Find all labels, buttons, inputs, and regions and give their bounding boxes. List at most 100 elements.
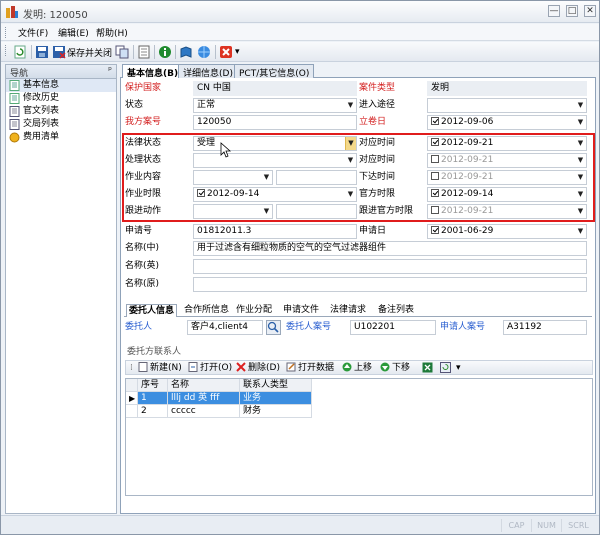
dropdown-arrow-icon[interactable]: ▼ bbox=[575, 99, 586, 112]
name-en-input[interactable] bbox=[193, 259, 587, 274]
follow-action-detail-input[interactable] bbox=[276, 204, 357, 219]
copy-icon[interactable] bbox=[115, 45, 129, 59]
toolbar-separator bbox=[154, 45, 155, 59]
delete-button[interactable]: 删除(D) bbox=[236, 362, 280, 374]
search-icon[interactable] bbox=[266, 320, 281, 335]
scroll-lock-indicator: SCRL bbox=[561, 519, 595, 532]
pin-icon[interactable]: ᵖ bbox=[108, 66, 112, 76]
toolbar-overflow-icon[interactable]: ▾ bbox=[456, 362, 461, 374]
tab-pct-other[interactable]: PCT/其它信息(O) bbox=[234, 64, 315, 79]
client-ref-input[interactable]: U102201 bbox=[350, 320, 436, 335]
work-deadline-picker[interactable]: 2012-09-14 ▼ bbox=[193, 187, 357, 202]
export-icon[interactable] bbox=[440, 362, 451, 373]
menu-help[interactable]: 帮助(H) bbox=[93, 26, 131, 39]
table-row[interactable]: 2 ccccc 财务 bbox=[126, 405, 593, 418]
work-content-select[interactable]: ▼ bbox=[193, 170, 273, 185]
save-icon[interactable] bbox=[35, 45, 49, 59]
nav-item-history[interactable]: 修改历史 bbox=[6, 92, 116, 105]
dropdown-arrow-icon[interactable]: ▼ bbox=[345, 137, 356, 150]
toolbar-grip[interactable] bbox=[5, 45, 8, 56]
official-deadline-picker[interactable]: 2012-09-14 ▼ bbox=[427, 187, 587, 202]
dropdown-arrow-icon[interactable]: ▼ bbox=[575, 188, 586, 201]
menu-edit[interactable]: 编辑(E) bbox=[55, 26, 92, 39]
subtab-client-info[interactable]: 委托人信息 bbox=[126, 304, 178, 317]
move-up-button[interactable]: 上移 bbox=[342, 362, 372, 374]
app-date-picker[interactable]: 2001-06-29 ▼ bbox=[427, 224, 587, 239]
dropdown-arrow-icon[interactable]: ▼ bbox=[345, 99, 356, 112]
name-orig-input[interactable] bbox=[193, 277, 587, 292]
filing-date-checkbox[interactable] bbox=[431, 117, 439, 125]
nav-item-official-docs[interactable]: 官文列表 bbox=[6, 105, 116, 118]
client-input[interactable]: 客户4,client4 bbox=[187, 320, 263, 335]
filing-date-picker[interactable]: 2012-09-06 ▼ bbox=[427, 115, 587, 130]
dropdown-arrow-icon[interactable]: ▼ bbox=[345, 188, 356, 201]
dropdown-arrow-icon[interactable]: ▼ bbox=[575, 225, 586, 238]
app-date-checkbox[interactable] bbox=[431, 226, 439, 234]
tab-details[interactable]: 详细信息(D) bbox=[178, 64, 238, 79]
issue-time-checkbox[interactable] bbox=[431, 172, 439, 180]
work-content-detail-input[interactable] bbox=[276, 170, 357, 185]
delete-icon[interactable] bbox=[219, 45, 233, 59]
col-header-type[interactable]: 联系人类型 bbox=[240, 379, 312, 392]
process-time-picker[interactable]: 2012-09-21 ▼ bbox=[427, 153, 587, 168]
issue-time-picker[interactable]: 2012-09-21 ▼ bbox=[427, 170, 587, 185]
info-icon[interactable] bbox=[158, 45, 172, 59]
toolbar-grip[interactable]: ⁞ bbox=[130, 362, 133, 374]
open-data-button[interactable]: 打开数据 bbox=[286, 362, 334, 374]
nav-item-basic-info[interactable]: 基本信息 bbox=[6, 79, 116, 92]
book-icon[interactable] bbox=[179, 45, 193, 59]
dropdown-arrow-icon[interactable]: ▼ bbox=[575, 137, 586, 150]
dropdown-arrow-icon[interactable]: ▼ bbox=[575, 205, 586, 218]
work-deadline-checkbox[interactable] bbox=[197, 189, 205, 197]
follow-official-checkbox[interactable] bbox=[431, 206, 439, 214]
excel-icon[interactable] bbox=[422, 362, 433, 373]
subtab-app-files[interactable]: 申请文件 bbox=[281, 304, 321, 317]
follow-action-select[interactable]: ▼ bbox=[193, 204, 273, 219]
globe-icon[interactable] bbox=[197, 45, 211, 59]
refresh-icon[interactable] bbox=[13, 45, 27, 59]
official-deadline-checkbox[interactable] bbox=[431, 189, 439, 197]
new-button[interactable]: 新建(N) bbox=[138, 362, 182, 374]
subtab-legal-requests[interactable]: 法律请求 bbox=[328, 304, 368, 317]
subtab-work-assign[interactable]: 作业分配 bbox=[234, 304, 274, 317]
save-close-icon[interactable] bbox=[52, 45, 66, 59]
issue-time-value: 2012-09-21 bbox=[441, 172, 494, 182]
menu-file[interactable]: 文件(F) bbox=[15, 26, 51, 39]
entry-route-select[interactable]: ▼ bbox=[427, 98, 587, 113]
dropdown-arrow-icon[interactable]: ▼ bbox=[261, 205, 272, 218]
minimize-button[interactable]: — bbox=[548, 5, 560, 17]
our-ref-input[interactable]: 120050 bbox=[193, 115, 357, 130]
process-status-select[interactable]: ▼ bbox=[193, 153, 357, 168]
nav-item-submissions[interactable]: 交局列表 bbox=[6, 118, 116, 131]
col-header-no[interactable]: 序号 bbox=[138, 379, 168, 392]
follow-official-picker[interactable]: 2012-09-21 ▼ bbox=[427, 204, 587, 219]
legal-time-checkbox[interactable] bbox=[431, 138, 439, 146]
dropdown-arrow-icon[interactable]: ▼ bbox=[575, 171, 586, 184]
dropdown-arrow-icon[interactable]: ▼ bbox=[261, 171, 272, 184]
table-row[interactable]: ▶ 1 lllj dd 英 fff 业务 bbox=[126, 392, 593, 405]
applicant-ref-input[interactable]: A31192 bbox=[503, 320, 587, 335]
col-header-name[interactable]: 名称 bbox=[168, 379, 240, 392]
app-icon bbox=[6, 6, 18, 18]
subtab-notes[interactable]: 备注列表 bbox=[376, 304, 416, 317]
dropdown-arrow-icon[interactable]: ▼ bbox=[345, 154, 356, 167]
close-button[interactable]: ✕ bbox=[584, 5, 596, 17]
toolbar-overflow-icon[interactable]: ▾ bbox=[235, 47, 240, 57]
dropdown-arrow-icon[interactable]: ▼ bbox=[575, 116, 586, 129]
process-time-checkbox[interactable] bbox=[431, 155, 439, 163]
nav-item-fees[interactable]: 费用清单 bbox=[6, 131, 116, 144]
subtab-partner-info[interactable]: 合作所信息 bbox=[182, 304, 231, 317]
app-no-input[interactable]: 01812011.3 bbox=[193, 224, 357, 239]
name-cn-input[interactable]: 用于过滤含有细粒物质的空气的空气过滤器组件 bbox=[193, 241, 587, 256]
document-icon[interactable] bbox=[137, 45, 151, 59]
open-button[interactable]: 打开(O) bbox=[188, 362, 232, 374]
legal-time-picker[interactable]: 2012-09-21 ▼ bbox=[427, 136, 587, 151]
legal-status-select[interactable]: 受理 ▼ bbox=[193, 136, 357, 151]
tab-basic-info[interactable]: 基本信息(B) bbox=[122, 64, 184, 79]
maximize-button[interactable]: □ bbox=[566, 5, 578, 17]
move-down-button[interactable]: 下移 bbox=[380, 362, 410, 374]
dropdown-arrow-icon[interactable]: ▼ bbox=[575, 154, 586, 167]
menu-grip[interactable] bbox=[5, 27, 8, 38]
save-close-button[interactable]: 保存并关闭 bbox=[67, 46, 112, 59]
status-select[interactable]: 正常 ▼ bbox=[193, 98, 357, 113]
